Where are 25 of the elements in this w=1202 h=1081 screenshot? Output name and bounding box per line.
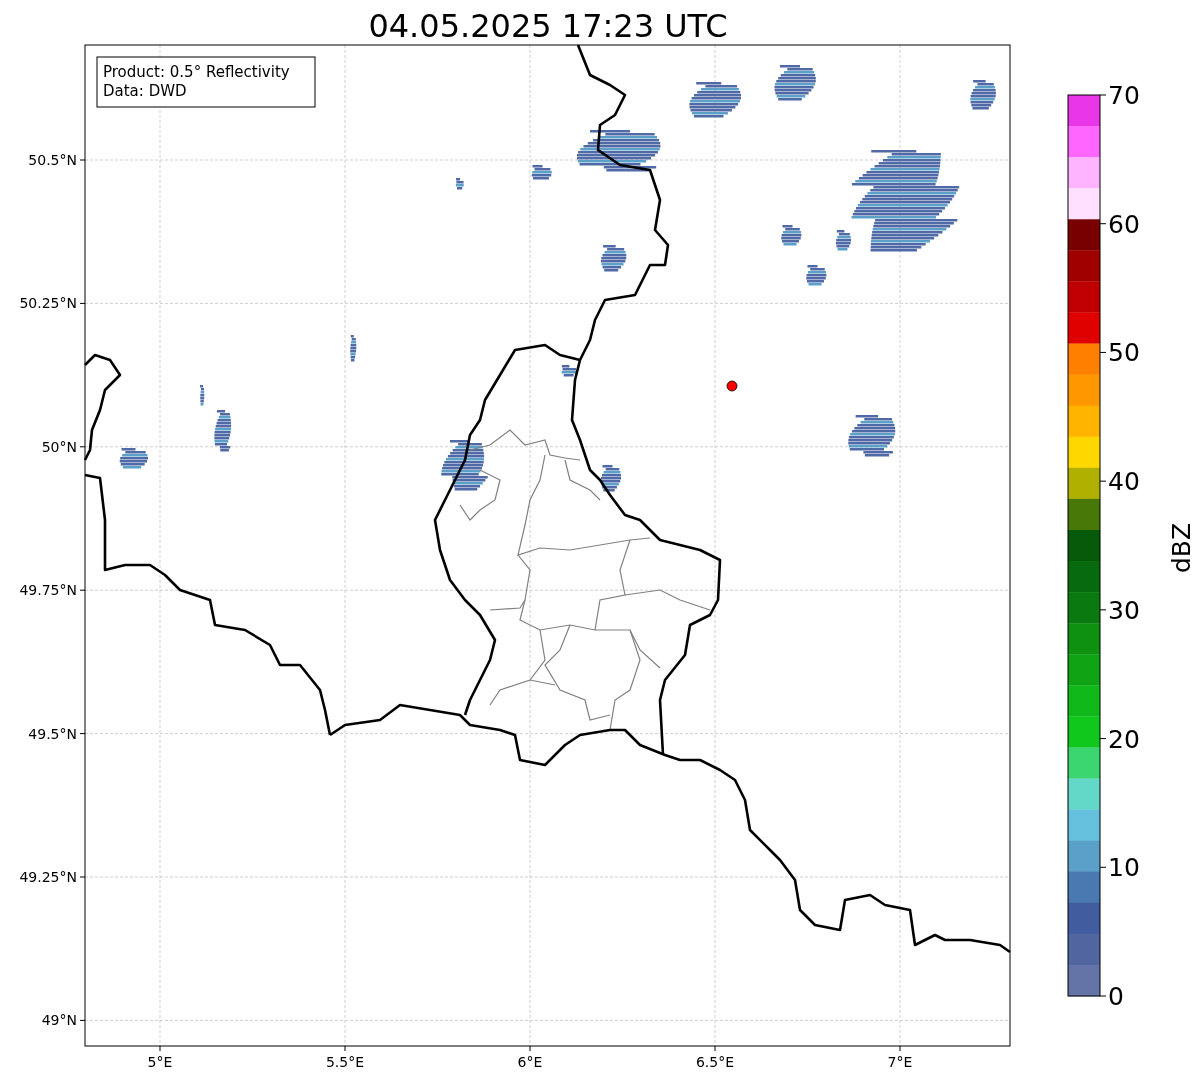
colorbar-tick-label: 50 <box>1108 338 1140 368</box>
colorbar-tick-label: 40 <box>1108 467 1140 497</box>
longitude-label: 6.5°E <box>695 1054 735 1070</box>
longitude-label: 7°E <box>887 1054 913 1070</box>
legend-text: Product: 0.5° Reflectivity <box>103 63 290 81</box>
latitude-label: 49.75°N <box>19 582 77 599</box>
latitude-label: 50.5°N <box>28 152 77 168</box>
longitude-label: 5.5°E <box>325 1054 365 1070</box>
radar-site-marker <box>726 380 738 392</box>
latitude-label: 49°N <box>41 1012 77 1029</box>
latitude-label: 49.25°N <box>19 869 77 885</box>
longitude-label: 5°E <box>147 1054 173 1070</box>
latitude-label: 50.25°N <box>19 295 77 312</box>
colorbar-tick-label: 30 <box>1108 595 1140 625</box>
colorbar-tick-label: 70 <box>1108 81 1140 110</box>
longitude-label: 6°E <box>517 1054 543 1070</box>
colorbar-tick-label: 20 <box>1108 724 1140 754</box>
latitude-label: 49.5°N <box>28 725 77 742</box>
colorbar-tick-label: 0 <box>1108 982 1124 1011</box>
legend-text: Data: DWD <box>103 82 187 100</box>
colorbar-tick-label: 10 <box>1108 853 1140 883</box>
latitude-label: 50°N <box>41 438 77 455</box>
colorbar-tick-label: 60 <box>1108 209 1140 239</box>
colorbar-label: dBZ <box>1167 522 1196 574</box>
chart-title: 04.05.2025 17:23 UTC <box>368 7 728 45</box>
